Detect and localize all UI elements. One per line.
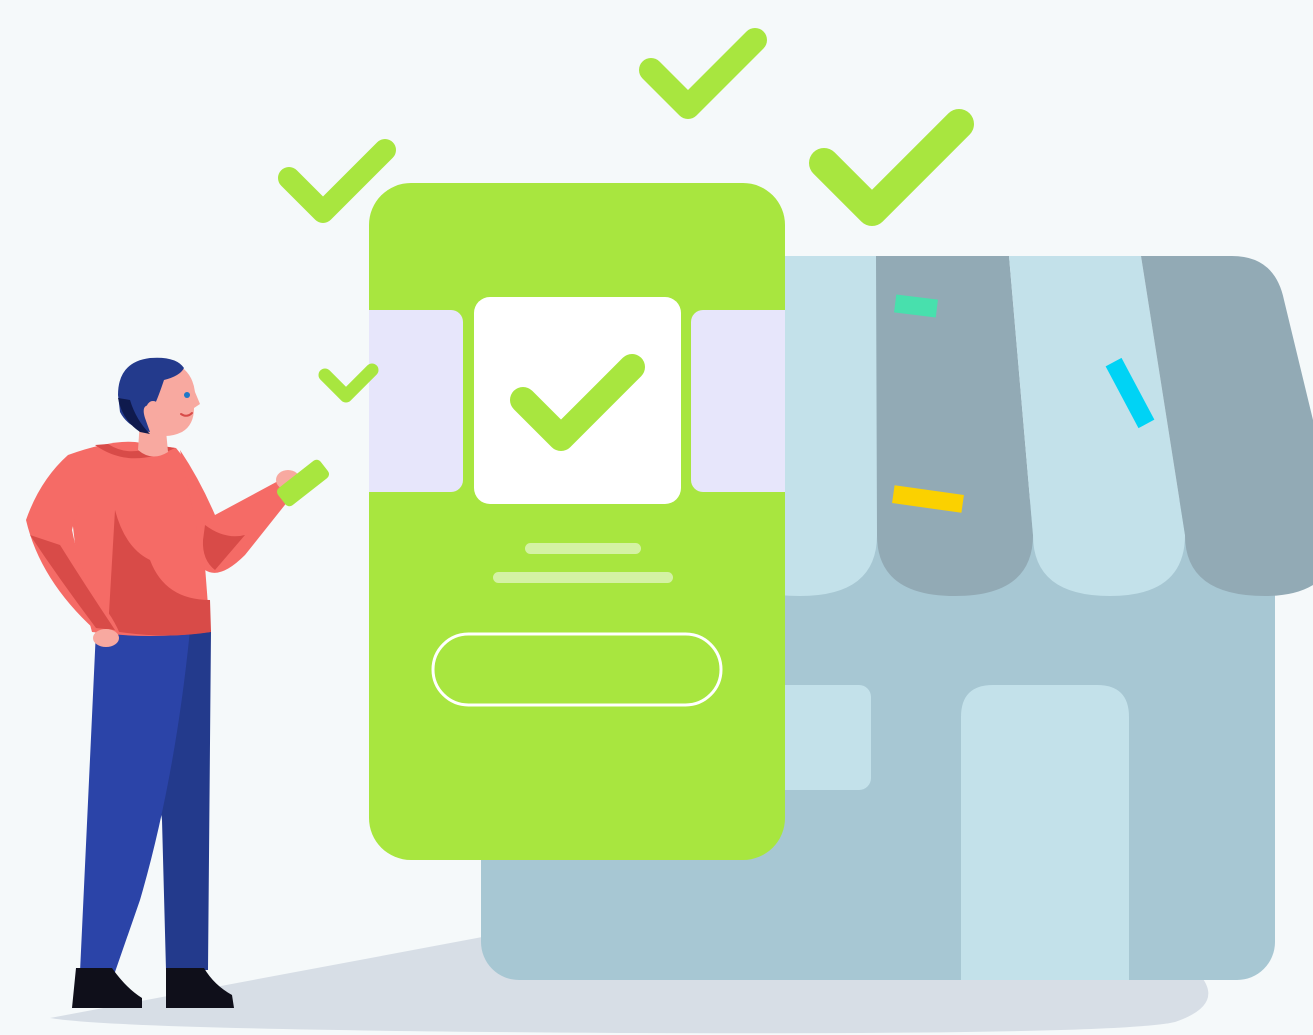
text-line-1 <box>525 543 641 554</box>
person-figure <box>26 357 330 1008</box>
card-center <box>474 297 681 504</box>
phone-screen <box>369 183 785 860</box>
checkmark-icon <box>318 363 379 403</box>
store-door <box>961 685 1129 980</box>
checkmark-icon <box>639 28 767 119</box>
phone-body <box>369 183 785 860</box>
checkmark-icon <box>809 109 974 226</box>
illustration-scene <box>0 0 1313 1035</box>
checkmark-icon <box>278 139 396 223</box>
text-line-2 <box>493 572 673 583</box>
